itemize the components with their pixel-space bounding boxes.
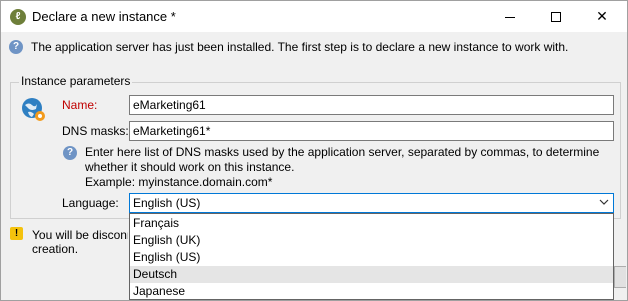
- chevron-down-icon[interactable]: [595, 194, 613, 212]
- language-option[interactable]: Japanese: [130, 283, 613, 300]
- question-icon: ?: [63, 146, 77, 160]
- warning-text-line1: You will be disconn: [32, 228, 128, 242]
- maximize-icon: [551, 12, 561, 23]
- minimize-button[interactable]: [487, 1, 533, 32]
- title-bar[interactable]: ℓ Declare a new instance * ✕: [1, 1, 627, 32]
- warning-text-line2: creation.: [32, 242, 79, 256]
- language-label: Language:: [62, 196, 119, 210]
- close-button[interactable]: ✕: [579, 1, 625, 32]
- dialog-window: ℓ Declare a new instance * ✕ ? The appli…: [0, 0, 628, 301]
- language-option[interactable]: English (UK): [130, 232, 613, 249]
- window-title: Declare a new instance *: [32, 9, 176, 24]
- name-input[interactable]: eMarketing61: [129, 95, 614, 115]
- group-label: Instance parameters: [19, 74, 133, 88]
- warning-icon: !: [10, 227, 23, 240]
- language-option[interactable]: Français: [130, 215, 613, 232]
- language-select[interactable]: English (US): [129, 193, 614, 213]
- intro-message: ? The application server has just been i…: [9, 39, 619, 57]
- maximize-button[interactable]: [533, 1, 579, 32]
- dns-hint-text: Enter here list of DNS masks used by the…: [85, 145, 600, 174]
- language-option[interactable]: English (US): [130, 249, 613, 266]
- dns-example-text: Example: myinstance.domain.com*: [85, 175, 273, 189]
- language-option[interactable]: Deutsch: [130, 266, 613, 283]
- close-icon: ✕: [596, 8, 608, 24]
- globe-gear-icon: [22, 98, 45, 121]
- language-dropdown-list[interactable]: Français English (UK) English (US) Deuts…: [129, 213, 614, 300]
- intro-text: The application server has just been ins…: [31, 40, 569, 54]
- dns-masks-label: DNS masks:: [62, 124, 129, 138]
- dns-masks-input[interactable]: eMarketing61*: [129, 121, 614, 141]
- minimize-icon: [505, 16, 515, 18]
- dialog-button-edge[interactable]: [614, 266, 626, 288]
- app-logo-icon: ℓ: [10, 9, 26, 25]
- language-selected-value: English (US): [133, 196, 201, 210]
- dns-hint: Enter here list of DNS masks used by the…: [85, 145, 605, 190]
- name-label: Name:: [62, 98, 98, 112]
- question-icon: ?: [9, 40, 23, 54]
